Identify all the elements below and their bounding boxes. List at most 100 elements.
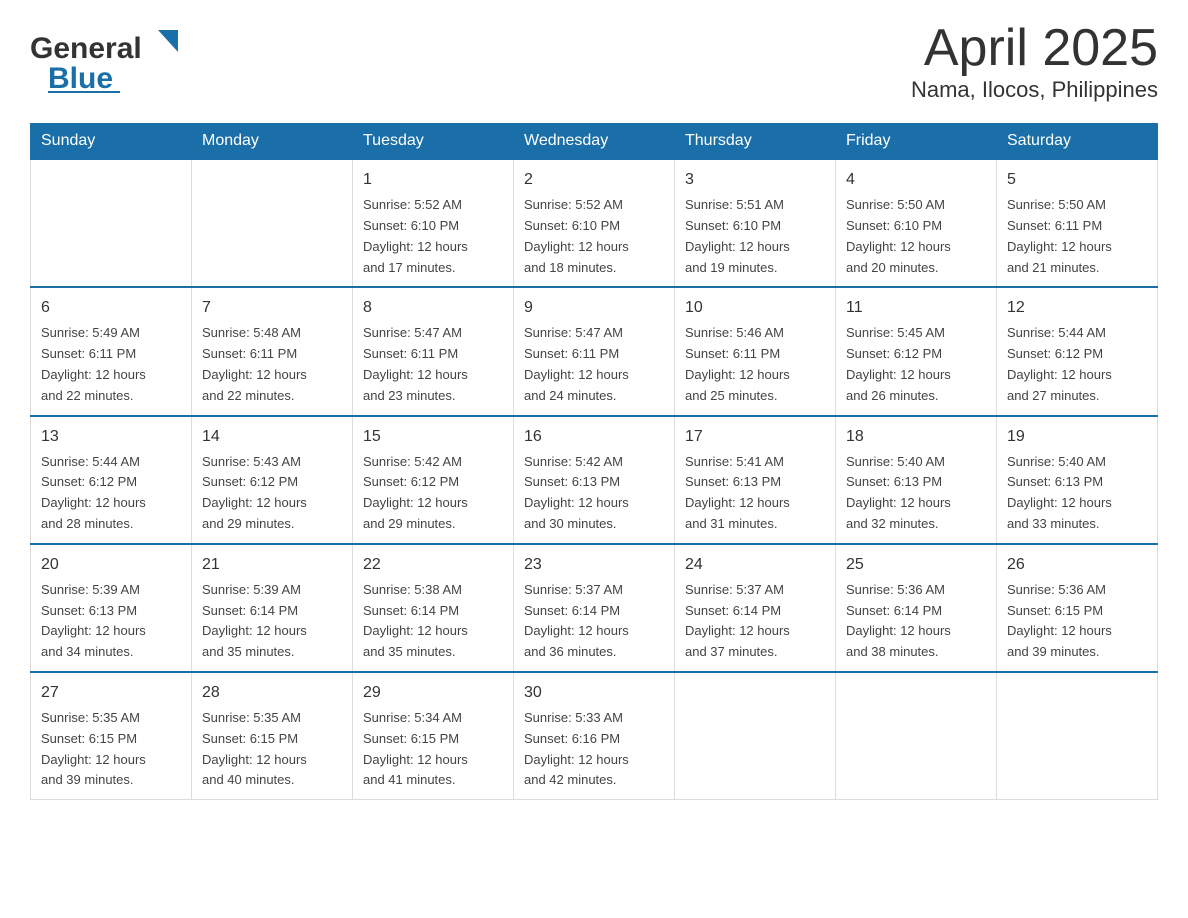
calendar-cell: 18 Sunrise: 5:40 AMSunset: 6:13 PMDayligh… — [836, 416, 997, 544]
calendar-week-4: 20 Sunrise: 5:39 AMSunset: 6:13 PMDayligh… — [31, 544, 1158, 672]
day-info: Sunrise: 5:33 AMSunset: 6:16 PMDaylight:… — [524, 708, 664, 791]
day-info: Sunrise: 5:34 AMSunset: 6:15 PMDaylight:… — [363, 708, 503, 791]
calendar-cell: 14 Sunrise: 5:43 AMSunset: 6:12 PMDayligh… — [192, 416, 353, 544]
day-info: Sunrise: 5:40 AMSunset: 6:13 PMDaylight:… — [1007, 452, 1147, 535]
day-info: Sunrise: 5:37 AMSunset: 6:14 PMDaylight:… — [524, 580, 664, 663]
day-number: 27 — [41, 681, 181, 705]
day-number: 14 — [202, 425, 342, 449]
location-title: Nama, Ilocos, Philippines — [911, 77, 1158, 103]
calendar-week-3: 13 Sunrise: 5:44 AMSunset: 6:12 PMDayligh… — [31, 416, 1158, 544]
day-info: Sunrise: 5:36 AMSunset: 6:14 PMDaylight:… — [846, 580, 986, 663]
calendar-cell: 23Sunrise: 5:37 AMSunset: 6:14 PMDayligh… — [514, 544, 675, 672]
calendar-cell: 10 Sunrise: 5:46 AMSunset: 6:11 PMDayligh… — [675, 287, 836, 415]
day-header-tuesday: Tuesday — [353, 124, 514, 160]
logo-container: General Blue — [30, 20, 180, 100]
logo-svg: General Blue — [30, 20, 180, 95]
title-block: April 2025 Nama, Ilocos, Philippines — [911, 20, 1158, 103]
day-info: Sunrise: 5:50 AMSunset: 6:10 PMDaylight:… — [846, 195, 986, 278]
day-number: 19 — [1007, 425, 1147, 449]
day-number: 7 — [202, 296, 342, 320]
day-info: Sunrise: 5:49 AMSunset: 6:11 PMDaylight:… — [41, 323, 181, 406]
day-info: Sunrise: 5:41 AMSunset: 6:13 PMDaylight:… — [685, 452, 825, 535]
day-header-thursday: Thursday — [675, 124, 836, 160]
calendar-cell: 30Sunrise: 5:33 AMSunset: 6:16 PMDayligh… — [514, 672, 675, 800]
calendar-cell: 17 Sunrise: 5:41 AMSunset: 6:13 PMDayligh… — [675, 416, 836, 544]
day-number: 26 — [1007, 553, 1147, 577]
calendar-cell: 24 Sunrise: 5:37 AMSunset: 6:14 PMDayligh… — [675, 544, 836, 672]
calendar-cell: 29 Sunrise: 5:34 AMSunset: 6:15 PMDayligh… — [353, 672, 514, 800]
calendar-cell: 11Sunrise: 5:45 AMSunset: 6:12 PMDayligh… — [836, 287, 997, 415]
day-number: 2 — [524, 168, 664, 192]
day-number: 29 — [363, 681, 503, 705]
day-number: 13 — [41, 425, 181, 449]
day-info: Sunrise: 5:39 AMSunset: 6:14 PMDaylight:… — [202, 580, 342, 663]
day-number: 18 — [846, 425, 986, 449]
calendar-cell: 4 Sunrise: 5:50 AMSunset: 6:10 PMDaylight… — [836, 159, 997, 287]
day-header-sunday: Sunday — [31, 124, 192, 160]
calendar-cell: 25 Sunrise: 5:36 AMSunset: 6:14 PMDayligh… — [836, 544, 997, 672]
day-number: 25 — [846, 553, 986, 577]
day-info: Sunrise: 5:47 AMSunset: 6:11 PMDaylight:… — [524, 323, 664, 406]
day-number: 6 — [41, 296, 181, 320]
day-number: 4 — [846, 168, 986, 192]
day-info: Sunrise: 5:47 AMSunset: 6:11 PMDaylight:… — [363, 323, 503, 406]
calendar-cell: 5Sunrise: 5:50 AMSunset: 6:11 PMDaylight… — [997, 159, 1158, 287]
day-number: 9 — [524, 296, 664, 320]
calendar-cell: 21 Sunrise: 5:39 AMSunset: 6:14 PMDayligh… — [192, 544, 353, 672]
day-info: Sunrise: 5:39 AMSunset: 6:13 PMDaylight:… — [41, 580, 181, 663]
calendar-cell: 2 Sunrise: 5:52 AMSunset: 6:10 PMDaylight… — [514, 159, 675, 287]
day-info: Sunrise: 5:52 AMSunset: 6:10 PMDaylight:… — [363, 195, 503, 278]
calendar-cell: 13 Sunrise: 5:44 AMSunset: 6:12 PMDayligh… — [31, 416, 192, 544]
calendar-cell: 28Sunrise: 5:35 AMSunset: 6:15 PMDayligh… — [192, 672, 353, 800]
logo: General Blue — [30, 20, 180, 100]
day-info: Sunrise: 5:48 AMSunset: 6:11 PMDaylight:… — [202, 323, 342, 406]
day-info: Sunrise: 5:38 AMSunset: 6:14 PMDaylight:… — [363, 580, 503, 663]
day-info: Sunrise: 5:42 AMSunset: 6:12 PMDaylight:… — [363, 452, 503, 535]
day-header-wednesday: Wednesday — [514, 124, 675, 160]
day-info: Sunrise: 5:46 AMSunset: 6:11 PMDaylight:… — [685, 323, 825, 406]
calendar-cell: 26 Sunrise: 5:36 AMSunset: 6:15 PMDayligh… — [997, 544, 1158, 672]
day-info: Sunrise: 5:36 AMSunset: 6:15 PMDaylight:… — [1007, 580, 1147, 663]
calendar-cell: 12Sunrise: 5:44 AMSunset: 6:12 PMDayligh… — [997, 287, 1158, 415]
month-title: April 2025 — [911, 20, 1158, 77]
calendar-cell: 19 Sunrise: 5:40 AMSunset: 6:13 PMDayligh… — [997, 416, 1158, 544]
day-number: 17 — [685, 425, 825, 449]
calendar-cell — [675, 672, 836, 800]
calendar-week-2: 6 Sunrise: 5:49 AMSunset: 6:11 PMDaylight… — [31, 287, 1158, 415]
calendar-cell — [997, 672, 1158, 800]
day-header-saturday: Saturday — [997, 124, 1158, 160]
calendar-cell: 6 Sunrise: 5:49 AMSunset: 6:11 PMDaylight… — [31, 287, 192, 415]
calendar-cell: 22Sunrise: 5:38 AMSunset: 6:14 PMDayligh… — [353, 544, 514, 672]
day-header-friday: Friday — [836, 124, 997, 160]
calendar-header-row: SundayMondayTuesdayWednesdayThursdayFrid… — [31, 124, 1158, 160]
day-info: Sunrise: 5:52 AMSunset: 6:10 PMDaylight:… — [524, 195, 664, 278]
day-number: 5 — [1007, 168, 1147, 192]
calendar-cell — [192, 159, 353, 287]
day-number: 24 — [685, 553, 825, 577]
calendar-cell: 16 Sunrise: 5:42 AMSunset: 6:13 PMDayligh… — [514, 416, 675, 544]
day-number: 12 — [1007, 296, 1147, 320]
calendar-cell: 20 Sunrise: 5:39 AMSunset: 6:13 PMDayligh… — [31, 544, 192, 672]
svg-text:Blue: Blue — [48, 62, 113, 95]
day-number: 10 — [685, 296, 825, 320]
day-info: Sunrise: 5:45 AMSunset: 6:12 PMDaylight:… — [846, 323, 986, 406]
calendar-table: SundayMondayTuesdayWednesdayThursdayFrid… — [30, 123, 1158, 800]
day-info: Sunrise: 5:37 AMSunset: 6:14 PMDaylight:… — [685, 580, 825, 663]
day-header-monday: Monday — [192, 124, 353, 160]
day-info: Sunrise: 5:40 AMSunset: 6:13 PMDaylight:… — [846, 452, 986, 535]
day-info: Sunrise: 5:35 AMSunset: 6:15 PMDaylight:… — [41, 708, 181, 791]
day-info: Sunrise: 5:42 AMSunset: 6:13 PMDaylight:… — [524, 452, 664, 535]
day-info: Sunrise: 5:51 AMSunset: 6:10 PMDaylight:… — [685, 195, 825, 278]
day-number: 16 — [524, 425, 664, 449]
calendar-week-5: 27 Sunrise: 5:35 AMSunset: 6:15 PMDayligh… — [31, 672, 1158, 800]
calendar-cell: 1Sunrise: 5:52 AMSunset: 6:10 PMDaylight… — [353, 159, 514, 287]
day-number: 3 — [685, 168, 825, 192]
day-info: Sunrise: 5:44 AMSunset: 6:12 PMDaylight:… — [41, 452, 181, 535]
calendar-cell — [836, 672, 997, 800]
day-number: 20 — [41, 553, 181, 577]
day-info: Sunrise: 5:43 AMSunset: 6:12 PMDaylight:… — [202, 452, 342, 535]
calendar-cell: 27 Sunrise: 5:35 AMSunset: 6:15 PMDayligh… — [31, 672, 192, 800]
day-number: 21 — [202, 553, 342, 577]
calendar-week-1: 1Sunrise: 5:52 AMSunset: 6:10 PMDaylight… — [31, 159, 1158, 287]
day-number: 28 — [202, 681, 342, 705]
